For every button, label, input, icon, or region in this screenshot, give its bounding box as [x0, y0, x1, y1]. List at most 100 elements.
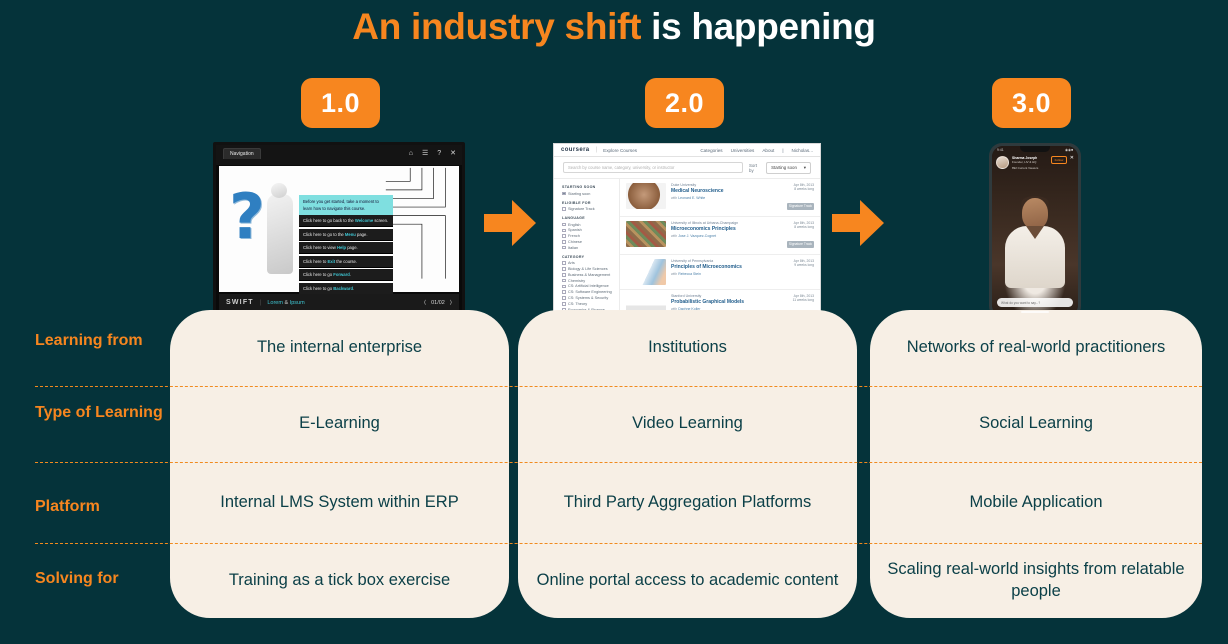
filter-item: Biology & Life Sciences: [562, 267, 613, 271]
checkbox-icon: [562, 296, 566, 300]
chevron-down-icon: ▾: [803, 164, 806, 170]
course-title: Probabilistic Graphical Models: [671, 299, 745, 305]
course-list: Duke University Medical Neuroscience wit…: [620, 179, 820, 317]
version-badge-2: 2.0: [645, 78, 724, 128]
filter-group: STARTING SOON Starting soon: [562, 185, 613, 196]
cell-learning-from: The internal enterprise: [256, 338, 423, 357]
column-card-3: Networks of real-world practitioners Soc…: [870, 310, 1202, 618]
table-row: Duke University Medical Neuroscience wit…: [620, 179, 820, 217]
divider: |: [259, 299, 262, 306]
home-indicator: [1021, 311, 1049, 313]
comparison-table: Learning from Type of Learning Platform …: [0, 310, 1228, 620]
page-title: An industry shift is happening: [0, 6, 1228, 48]
nav-about: About: [762, 147, 775, 153]
filter-item: English: [562, 223, 613, 227]
question-mark-graphic: ?: [229, 180, 265, 253]
avatar: [996, 156, 1009, 169]
cell-platform: Mobile Application: [969, 492, 1103, 511]
cell-platform: Internal LMS System within ERP: [220, 492, 459, 511]
checkbox-icon: [562, 191, 566, 196]
chat-input: What do you want to say...?: [997, 298, 1073, 307]
catalog-search-row: Search by course name, category, univers…: [554, 157, 820, 179]
filter-group: ELIGIBLE FOR Signature Track: [562, 200, 613, 211]
checkbox-icon: [562, 207, 566, 211]
brand-logo: SWIFT: [226, 299, 254, 306]
row-divider: [35, 462, 1202, 463]
phone-frame: 9:41 ◉◉■ Sharma Joseph Founder, LIV & HQ…: [989, 143, 1081, 319]
player-stage: ? Before you get started, take a moment …: [219, 166, 459, 295]
checkbox-icon: [562, 290, 566, 294]
menu-icon: ☰: [421, 150, 429, 157]
list-item: Click here to go back to the Welcome scr…: [299, 215, 393, 227]
list-item: Click here to Exit the course.: [299, 255, 393, 268]
filter-heading: STARTING SOON: [562, 185, 596, 189]
checkbox-icon: [562, 278, 566, 283]
viewer-count: 892 Current Viewers: [1012, 165, 1039, 170]
screenshot-course-catalog: coursera | Explore Courses Categories Un…: [553, 143, 821, 318]
filter-item: Italian: [562, 246, 613, 250]
breadcrumb: Lorem & Ipsum: [267, 299, 305, 306]
nav-account: Nicholas...: [791, 147, 813, 153]
screenshot-mobile-livestream: 9:41 ◉◉■ Sharma Joseph Founder, LIV & HQ…: [989, 143, 1081, 319]
cell-solving-for: Training as a tick box exercise: [228, 570, 451, 589]
close-icon: ✕: [450, 150, 456, 157]
filter-heading: LANGUAGE: [562, 216, 585, 220]
filter-item: Arts: [562, 261, 613, 265]
status-time: 9:41: [997, 148, 1004, 152]
list-item: Click here to go to the Menu page.: [299, 228, 393, 241]
cell-solving-for: Scaling real-world insights from relatab…: [887, 560, 1185, 600]
checkbox-icon: [562, 245, 566, 250]
filter-heading: ELIGIBLE FOR: [562, 200, 591, 205]
search-input: Search by course name, category, univers…: [563, 162, 743, 173]
player-footer: SWIFT | Lorem & Ipsum ⟨ 01/02 ⟩: [219, 294, 459, 311]
cell-platform: Third Party Aggregation Platforms: [563, 492, 812, 511]
list-item: Click here to go Backward.: [299, 282, 393, 295]
phone-screen: 9:41 ◉◉■ Sharma Joseph Founder, LIV & HQ…: [992, 146, 1078, 316]
navigation-tab: Navigation: [223, 148, 261, 159]
course-university: Stanford University: [671, 294, 702, 298]
filter-item: Business & Management: [562, 273, 613, 277]
status-badge: Signature Track: [786, 202, 814, 210]
course-thumbnail: [626, 183, 666, 209]
course-title: Medical Neuroscience: [671, 188, 724, 194]
course-instructor: with Leonard E. White: [671, 195, 706, 200]
presenter-head: [1022, 198, 1048, 229]
sort-select: Starting soon ▾: [766, 161, 811, 174]
cell-learning-from: Networks of real-world practitioners: [906, 338, 1166, 357]
nav-universities: Universities: [730, 147, 755, 153]
course-duration: 8 weeks long: [794, 225, 814, 229]
checkbox-icon: [562, 228, 566, 233]
row-label-solving-for: Solving for: [35, 570, 119, 587]
catalog-body: STARTING SOON Starting soon ELIGIBLE FOR…: [554, 179, 820, 317]
checkbox-icon: [562, 222, 566, 227]
title-rest: is happening: [641, 6, 876, 47]
checkbox-icon: [562, 234, 566, 238]
list-item: Click here to view Help page.: [299, 242, 393, 254]
player-pager: ⟨ 01/02 ⟩: [424, 300, 452, 306]
explore-courses-link: Explore Courses: [603, 147, 638, 153]
course-duration: 9 weeks long: [794, 263, 814, 267]
catalog-header: coursera | Explore Courses Categories Un…: [554, 144, 820, 157]
row-divider: [35, 543, 1202, 544]
column-card-2: Institutions Video Learning Third Party …: [518, 310, 857, 618]
filter-item: CS: Systems & Security: [562, 296, 613, 300]
course-university: University of Illinois at Urbana-Champai…: [671, 221, 739, 225]
arrow-right-icon: [484, 198, 536, 248]
intro-banner: Before you get started, take a moment to…: [299, 195, 393, 216]
cell-type-of-learning: Social Learning: [979, 414, 1093, 433]
chevron-right-icon: ⟩: [449, 299, 452, 306]
cell-solving-for: Online portal access to academic content: [536, 570, 839, 589]
checkbox-icon: [562, 261, 566, 265]
table-row: University of Pennsylvania Principles of…: [620, 255, 820, 290]
screenshot-elearning-player: Navigation ⌂ ☰ ? ✕ ? Before you get star…: [213, 142, 465, 317]
filter-item: Chemistry: [562, 279, 613, 283]
page-counter: 01/02: [431, 299, 445, 306]
course-thumbnail: [626, 259, 666, 285]
arrow-right-icon: [832, 198, 884, 248]
player-toolbar: Navigation ⌂ ☰ ? ✕: [216, 145, 462, 165]
catalog-nav: Categories Universities About | Nicholas…: [700, 148, 813, 153]
checkbox-icon: [562, 273, 566, 277]
course-university: University of Pennsylvania: [671, 259, 714, 263]
status-badge: Signature Track: [786, 240, 814, 248]
course-title: Microeconomics Principles: [671, 226, 736, 232]
